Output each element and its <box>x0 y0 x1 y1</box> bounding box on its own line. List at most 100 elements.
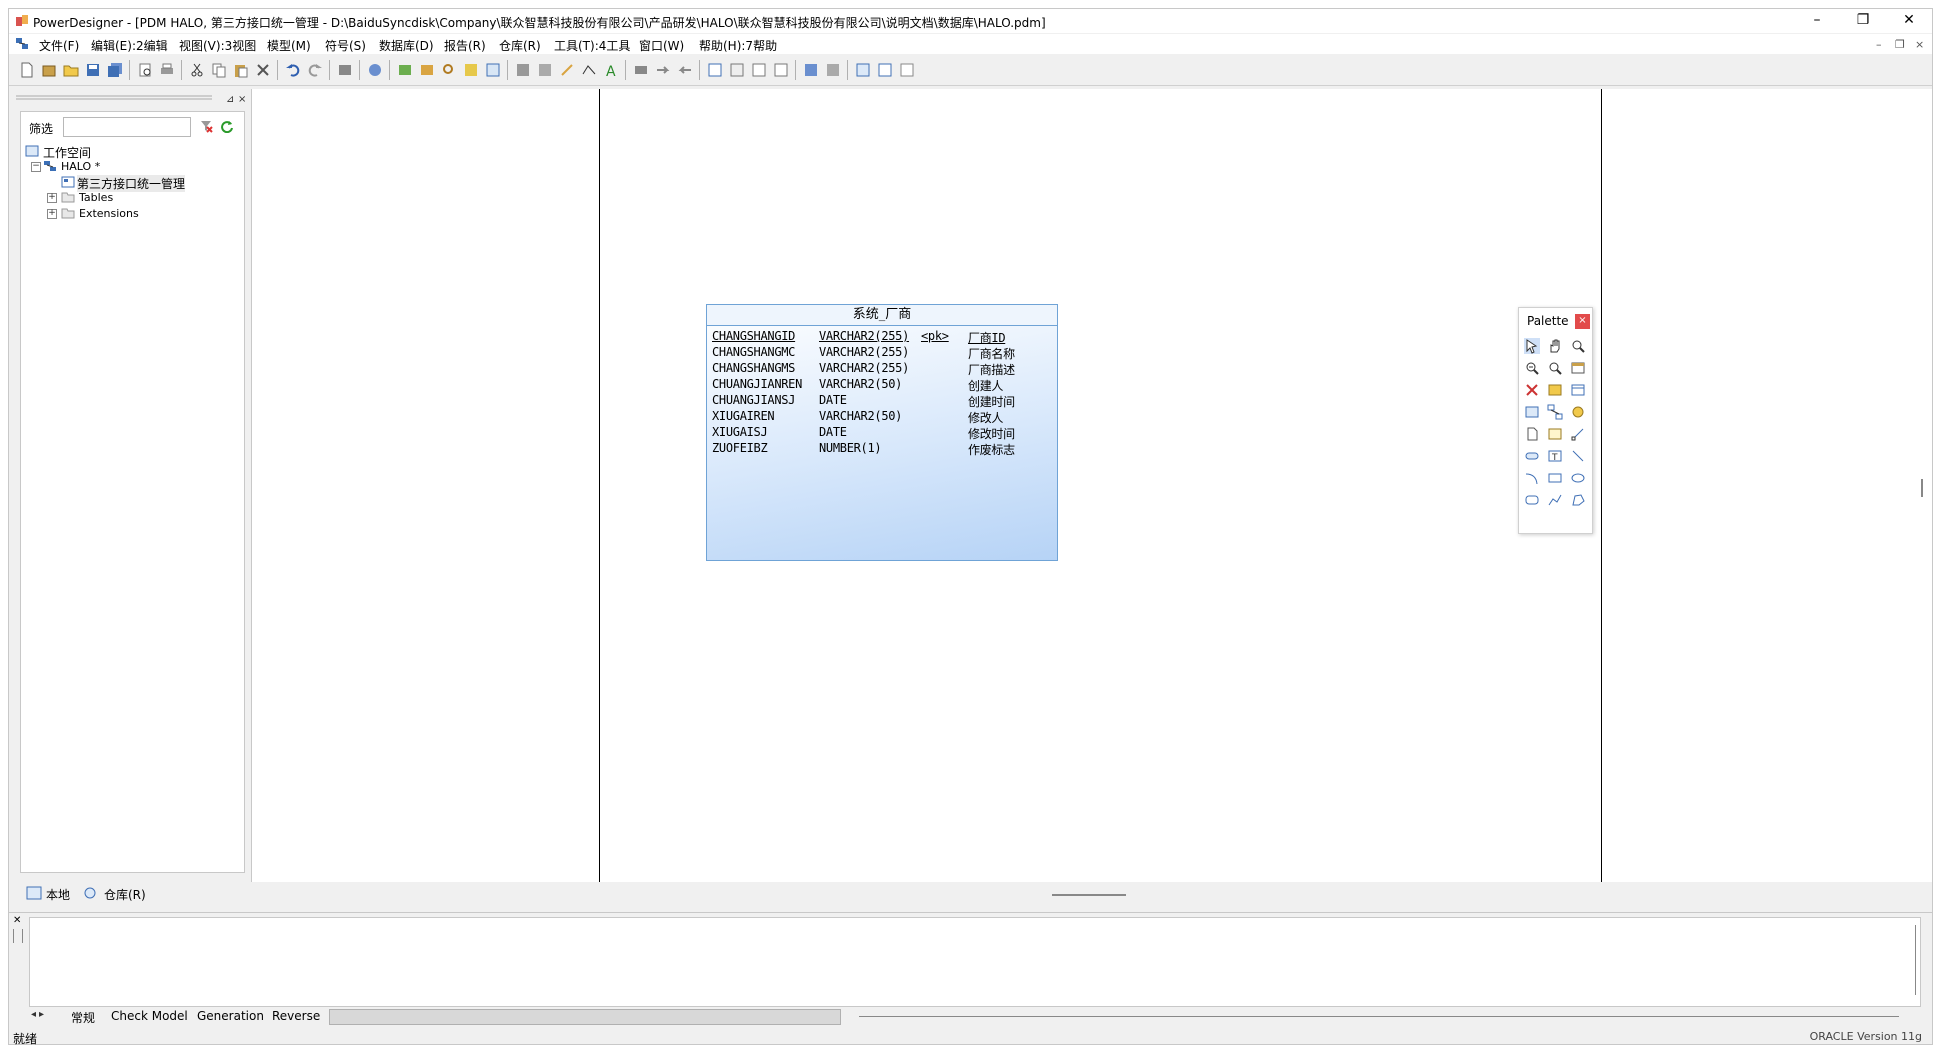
fill-icon[interactable] <box>537 62 553 78</box>
restore-button[interactable]: ❐ <box>1840 9 1886 33</box>
align-icon[interactable] <box>633 62 649 78</box>
print-preview-icon[interactable] <box>137 62 153 78</box>
clear-filter-icon[interactable] <box>199 119 213 133</box>
line-style-icon[interactable] <box>581 62 597 78</box>
open-package-icon[interactable] <box>1547 360 1563 376</box>
ellipse-icon[interactable] <box>1570 470 1586 486</box>
expand-extensions-icon[interactable]: + <box>47 209 57 219</box>
output-text-area[interactable] <box>29 917 1921 1007</box>
output-hscrollbar[interactable] <box>329 1009 841 1025</box>
menu-repository[interactable]: 仓库(R) <box>499 37 541 54</box>
tree-item-extensions[interactable]: Extensions <box>79 207 139 220</box>
bring-front-icon[interactable] <box>655 62 671 78</box>
grabber-hand-icon[interactable] <box>1547 338 1563 354</box>
palette-close-button[interactable]: × <box>1575 314 1590 329</box>
polygon-icon[interactable] <box>1570 492 1586 508</box>
close-button[interactable]: ✕ <box>1886 9 1932 33</box>
properties-icon[interactable] <box>337 62 353 78</box>
mdi-close-button[interactable]: × <box>1915 38 1924 51</box>
redo-icon[interactable] <box>307 62 323 78</box>
vertical-scroll-indicator[interactable] <box>1921 479 1923 497</box>
rounded-rectangle-icon[interactable] <box>1524 492 1540 508</box>
output-grip[interactable] <box>13 929 23 943</box>
menu-report[interactable]: 报告(R) <box>444 37 486 54</box>
result-list-icon[interactable] <box>899 62 915 78</box>
tab-reverse[interactable]: Reverse <box>272 1009 320 1023</box>
mdi-minimize-button[interactable]: – <box>1876 38 1882 51</box>
merge-icon[interactable] <box>485 62 501 78</box>
new-diagram-icon[interactable] <box>397 62 413 78</box>
view-icon[interactable] <box>1524 404 1540 420</box>
file-icon[interactable] <box>1524 426 1540 442</box>
layout-icon[interactable] <box>803 62 819 78</box>
menu-tools[interactable]: 工具(T):4工具 <box>554 37 630 54</box>
tree-item-tables[interactable]: Tables <box>79 191 113 204</box>
collapse-model-icon[interactable]: − <box>31 162 41 172</box>
arc-icon[interactable] <box>1524 470 1540 486</box>
tab-local[interactable]: 本地 <box>46 886 70 903</box>
procedure-icon[interactable] <box>1570 404 1586 420</box>
reference-icon[interactable] <box>1547 404 1563 420</box>
rounded-shape-icon[interactable] <box>1524 448 1540 464</box>
output-hscroll-track[interactable] <box>859 1016 1899 1017</box>
menu-file[interactable]: 文件(F) <box>39 37 79 54</box>
minimize-button[interactable]: – <box>1794 9 1840 33</box>
copy-icon[interactable] <box>211 62 227 78</box>
menu-window[interactable]: 窗口(W) <box>639 37 684 54</box>
tab-scroll-arrows[interactable]: ◂▸ <box>31 1009 61 1023</box>
format-icon[interactable] <box>515 62 531 78</box>
link-icon[interactable] <box>1570 426 1586 442</box>
paste-icon[interactable] <box>233 62 249 78</box>
diagram-canvas[interactable] <box>251 89 1932 896</box>
output-scrollbar[interactable] <box>1915 925 1916 995</box>
send-back-icon[interactable] <box>677 62 693 78</box>
line-icon[interactable] <box>1570 448 1586 464</box>
cut-icon[interactable] <box>189 62 205 78</box>
browser-grip[interactable]: ⊿ × <box>12 93 249 103</box>
polyline-icon[interactable] <box>1547 492 1563 508</box>
menu-symbol[interactable]: 符号(S) <box>325 37 366 54</box>
zoom-in-icon[interactable] <box>1570 338 1586 354</box>
menu-model[interactable]: 模型(M) <box>267 37 311 54</box>
browser-toggle-icon[interactable] <box>855 62 871 78</box>
print-icon[interactable] <box>159 62 175 78</box>
tab-generation[interactable]: Generation <box>197 1009 264 1023</box>
open-icon[interactable] <box>63 62 79 78</box>
new-project-icon[interactable] <box>41 62 57 78</box>
tree-item-workspace[interactable]: 工作空间 <box>43 144 91 161</box>
menu-view[interactable]: 视图(V):3视图 <box>179 37 256 54</box>
table-symbol[interactable]: 系统_厂商 CHANGSHANGID VARCHAR2(255) <pk> 厂商… <box>706 304 1058 561</box>
table-icon[interactable] <box>1570 382 1586 398</box>
note-icon[interactable] <box>1547 426 1563 442</box>
output-close-icon[interactable]: ✕ <box>13 915 21 926</box>
open-model-icon[interactable] <box>419 62 435 78</box>
font-icon[interactable]: A <box>603 62 619 78</box>
undo-icon[interactable] <box>285 62 301 78</box>
tree-item-diagram[interactable]: 第三方接口统一管理 <box>77 175 186 192</box>
menu-database[interactable]: 数据库(D) <box>379 37 434 54</box>
pen-icon[interactable] <box>559 62 575 78</box>
save-all-icon[interactable] <box>107 62 123 78</box>
check-model-icon[interactable] <box>367 62 383 78</box>
tab-check-model[interactable]: Check Model <box>111 1009 188 1023</box>
zoom-fit-icon[interactable] <box>707 62 723 78</box>
tab-general[interactable]: 常规 <box>71 1009 95 1026</box>
refresh-filter-icon[interactable] <box>220 119 234 133</box>
find-icon[interactable] <box>441 62 457 78</box>
delete-icon[interactable] <box>255 62 271 78</box>
menu-edit[interactable]: 编辑(E):2编辑 <box>91 37 168 54</box>
package-icon[interactable] <box>1547 382 1563 398</box>
menu-help[interactable]: 帮助(H):7帮助 <box>699 37 777 54</box>
zoom-out-icon[interactable] <box>1524 360 1540 376</box>
pointer-icon[interactable] <box>1524 338 1540 354</box>
zoom-out-icon[interactable] <box>773 62 789 78</box>
delete-icon[interactable] <box>1524 382 1540 398</box>
tree-item-model[interactable]: HALO * <box>61 160 100 173</box>
filter-input[interactable] <box>63 117 191 137</box>
refresh-icon[interactable] <box>463 62 479 78</box>
zoom-page-icon[interactable] <box>729 62 745 78</box>
grid-icon[interactable] <box>825 62 841 78</box>
horizontal-scroll-indicator[interactable] <box>1052 894 1126 896</box>
rectangle-icon[interactable] <box>1547 470 1563 486</box>
zoom-in-icon[interactable] <box>751 62 767 78</box>
